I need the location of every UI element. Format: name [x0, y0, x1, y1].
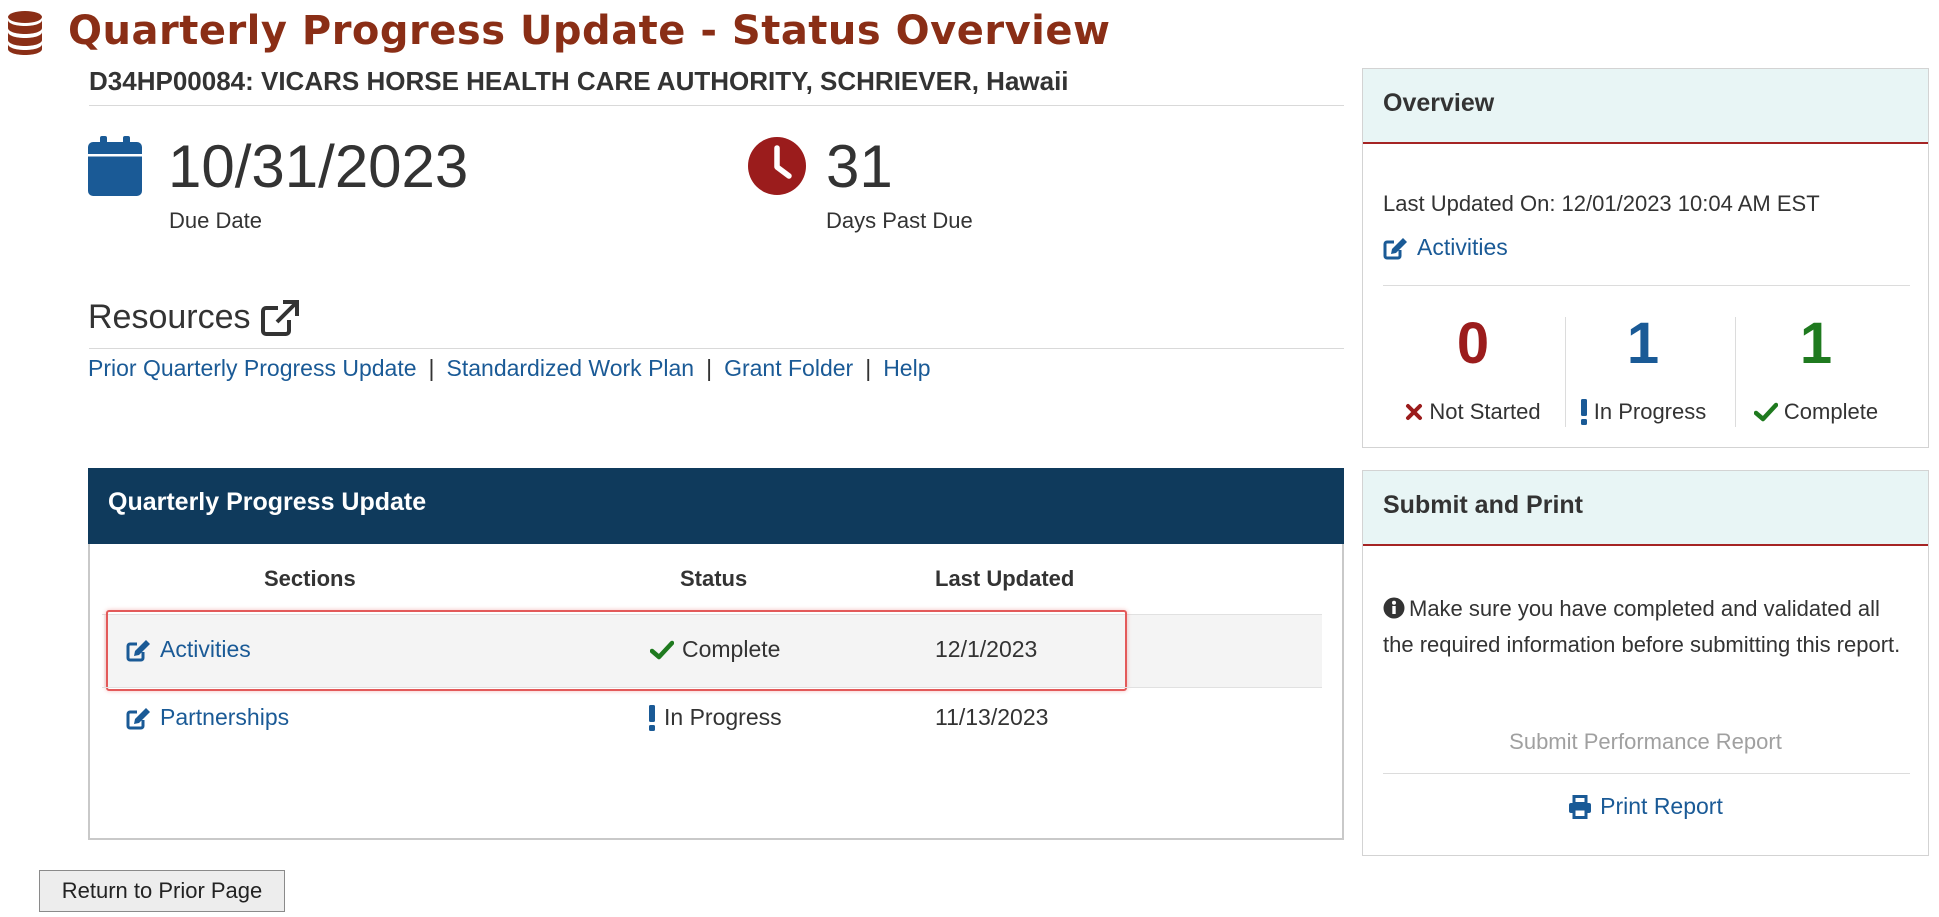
row-partnerships-updated: 11/13/2023 [935, 704, 1049, 730]
row-activities-updated: 12/1/2023 [935, 636, 1038, 662]
exclamation-icon [1580, 399, 1587, 425]
qpu-panel: Quarterly Progress Update Sections Statu… [88, 468, 1344, 840]
status-text: Complete [682, 636, 781, 662]
row-divider [102, 687, 1322, 688]
overview-activities-link-label: Activities [1417, 234, 1508, 260]
stat-in-progress-label: In Progress [1593, 399, 1707, 424]
row-partnerships-section: Partnerships [126, 704, 289, 731]
overview-card: Overview Last Updated On: 12/01/2023 10:… [1362, 68, 1929, 448]
resources-title: Resources [88, 298, 251, 336]
due-date-value: 10/31/2023 [168, 133, 469, 200]
print-report-button[interactable]: Print Report [1363, 793, 1928, 820]
stat-in-progress: 1 In Progress [1558, 309, 1728, 425]
submit-print-card: Submit and Print Make sure you have comp… [1362, 470, 1929, 856]
stat-in-progress-count: 1 [1626, 311, 1660, 376]
submit-info-message: Make sure you have completed and validat… [1383, 591, 1913, 663]
resources-heading: Resources [88, 298, 299, 337]
edit-icon [126, 639, 150, 661]
printer-icon [1569, 794, 1592, 819]
due-date-label: Due Date [169, 208, 262, 233]
overview-title: Overview [1363, 69, 1928, 144]
row-partnerships-status: In Progress [648, 704, 782, 731]
column-header-sections: Sections [264, 566, 356, 591]
section-link-activities[interactable]: Activities [160, 636, 251, 663]
stat-not-started-label: Not Started [1429, 399, 1541, 424]
divider [1383, 285, 1910, 286]
divider [1383, 773, 1910, 774]
edit-icon [126, 707, 150, 729]
link-separator: | [706, 355, 713, 381]
stat-not-started: 0 Not Started [1388, 309, 1558, 425]
database-icon [8, 11, 42, 55]
x-icon [1406, 404, 1423, 420]
status-text: In Progress [664, 704, 782, 730]
return-to-prior-page-button[interactable]: Return to Prior Page [39, 870, 285, 912]
submit-info-text: Make sure you have completed and validat… [1383, 596, 1901, 657]
link-separator: | [428, 355, 435, 381]
qpu-panel-title: Quarterly Progress Update [88, 468, 1344, 544]
link-separator: | [865, 355, 872, 381]
column-header-last-updated: Last Updated [935, 566, 1075, 591]
submit-performance-report-button[interactable]: Submit Performance Report [1363, 729, 1928, 755]
stat-complete-count: 1 [1799, 311, 1833, 376]
check-icon [650, 640, 674, 659]
overview-activities-link[interactable]: Activities [1383, 234, 1508, 261]
print-report-label: Print Report [1600, 793, 1723, 819]
link-help[interactable]: Help [883, 355, 930, 381]
clock-icon [748, 137, 806, 195]
days-past-due-label: Days Past Due [826, 208, 973, 233]
edit-icon [1383, 237, 1407, 259]
submit-print-title: Submit and Print [1363, 471, 1928, 546]
external-link-icon [260, 299, 299, 336]
resource-links: Prior Quarterly Progress Update | Standard… [88, 355, 931, 382]
days-past-due-value: 31 [826, 133, 893, 200]
last-updated-text: Last Updated On: 12/01/2023 10:04 AM EST [1383, 191, 1820, 216]
link-grant-folder[interactable]: Grant Folder [724, 355, 853, 381]
stat-complete-label: Complete [1783, 399, 1879, 424]
row-activities-status: Complete [650, 636, 780, 663]
link-prior-qpu[interactable]: Prior Quarterly Progress Update [88, 355, 417, 381]
grant-identifier: D34HP00084: VICARS HORSE HEALTH CARE AUT… [89, 66, 1069, 96]
info-icon [1383, 597, 1405, 619]
stat-not-started-count: 0 [1456, 311, 1490, 376]
exclamation-icon [649, 704, 655, 731]
calendar-icon [88, 136, 142, 196]
check-icon [1753, 402, 1778, 422]
section-link-partnerships[interactable]: Partnerships [160, 704, 289, 731]
column-header-status: Status [680, 566, 748, 591]
divider [89, 105, 1344, 106]
link-standardized-work-plan[interactable]: Standardized Work Plan [447, 355, 695, 381]
page-title: Quarterly Progress Update - Status Overv… [68, 8, 1111, 54]
divider [89, 348, 1344, 349]
row-activities-section: Activities [126, 636, 251, 663]
stat-complete: 1 Complete [1731, 309, 1901, 425]
